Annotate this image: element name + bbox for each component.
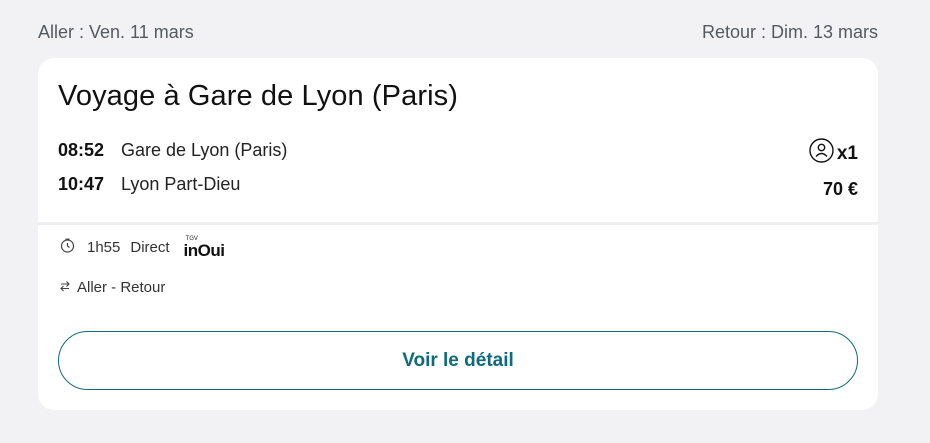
return-date: Retour : Dim. 13 mars: [701, 22, 878, 42]
person-icon: [809, 138, 834, 169]
arrival-leg: 10:47 Lyon Part-Dieu: [58, 174, 240, 195]
journey-info: 1h55 Direct TGV inOui: [60, 236, 225, 259]
clock-icon: [60, 238, 75, 257]
passenger-count-label: x1: [836, 142, 858, 164]
journey-title: Voyage à Gare de Lyon (Paris): [58, 80, 458, 112]
duration: 1h55: [87, 239, 121, 256]
departure-station: Gare de Lyon (Paris): [121, 140, 288, 160]
divider: [38, 222, 878, 225]
journey-type: Direct: [130, 239, 170, 256]
price: 70 €: [822, 179, 858, 199]
trip-kind: Aller - Retour: [60, 279, 165, 296]
brand-name: inOui: [183, 241, 225, 260]
swap-arrows-icon: [60, 279, 70, 296]
departure-time: 08:52: [58, 140, 105, 160]
view-details-button[interactable]: Voir le détail: [58, 331, 858, 390]
arrival-station: Lyon Part-Dieu: [121, 174, 241, 194]
outbound-date: Aller : Ven. 11 mars: [38, 22, 194, 42]
journey-card: Voyage à Gare de Lyon (Paris) 08:52 Gare…: [38, 58, 878, 410]
passenger-count: x1: [809, 138, 858, 169]
trip-dates: Aller : Ven. 11 mars Retour : Dim. 13 ma…: [38, 22, 878, 43]
departure-leg: 08:52 Gare de Lyon (Paris): [58, 140, 287, 161]
arrival-time: 10:47: [58, 174, 105, 194]
brand-logo: TGV inOui: [184, 236, 225, 259]
trip-kind-label: Aller - Retour: [77, 279, 166, 296]
